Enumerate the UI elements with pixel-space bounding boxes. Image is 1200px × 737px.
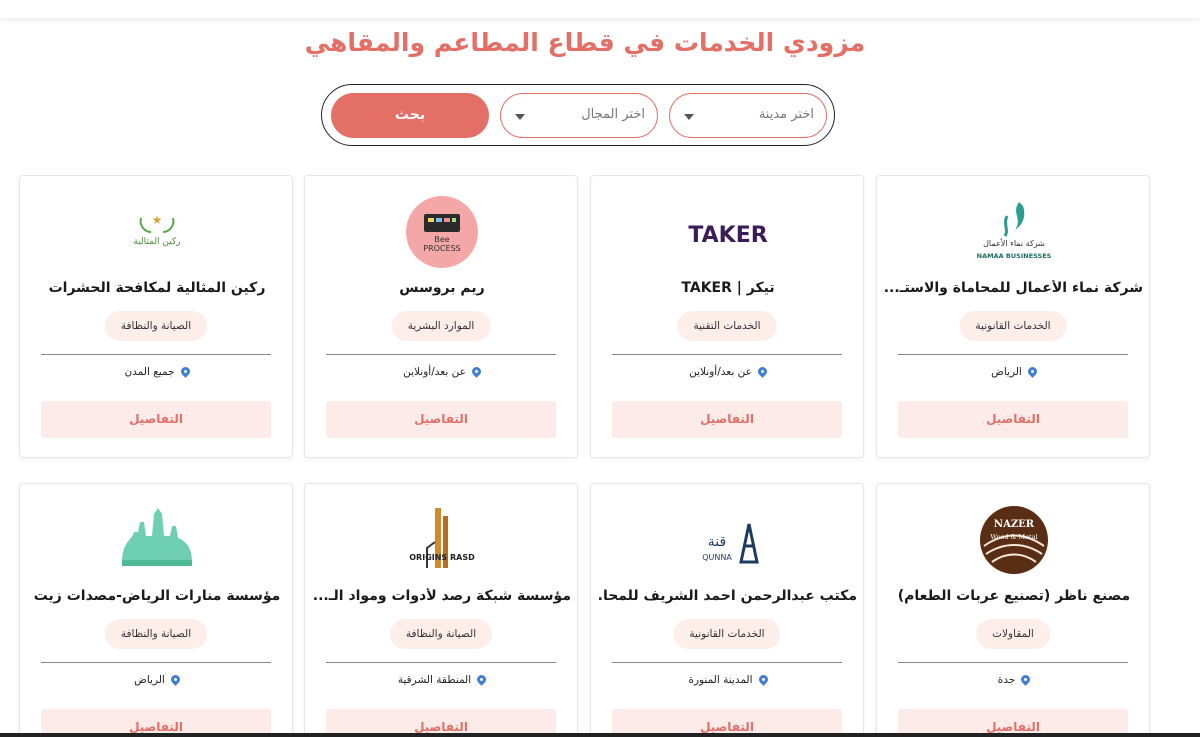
location: جميع المدن xyxy=(20,365,294,378)
divider xyxy=(612,662,842,663)
provider-logo: ORIGINS RASD xyxy=(392,504,492,576)
location-pin-icon xyxy=(178,365,192,378)
category-badge: الموارد البشرية xyxy=(391,311,491,341)
svg-text:ORIGINS RASD: ORIGINS RASD xyxy=(409,553,475,562)
svg-text:شركة نماء الأعمال: شركة نماء الأعمال xyxy=(983,238,1045,248)
chevron-down-icon xyxy=(684,114,694,120)
category-badge: الخدمات التقنية xyxy=(677,311,777,341)
location-pin-icon xyxy=(1019,673,1033,686)
location-label: جدة xyxy=(997,674,1016,686)
location-pin-icon xyxy=(1025,365,1039,378)
location: الرياض xyxy=(20,673,294,686)
search-form: اختر مدينة اختر المجال بحث xyxy=(321,84,835,146)
location: عن بعد/أونلاين xyxy=(305,365,579,378)
provider-name[interactable]: مؤسسة شبكة رصد لأدوات ومواد الـ... xyxy=(313,588,571,604)
provider-logo: شركة نماء الأعمال NAMAA BUSINESSES xyxy=(964,196,1064,268)
details-button[interactable]: التفاصيل xyxy=(612,401,842,438)
city-select[interactable]: اختر مدينة xyxy=(669,93,827,138)
svg-text:Bee: Bee xyxy=(434,235,449,244)
svg-text:NAMAA BUSINESSES: NAMAA BUSINESSES xyxy=(977,252,1052,260)
svg-text:NAZER: NAZER xyxy=(994,519,1035,530)
provider-card: مؤسسة منارات الرياض-مصدات زيت الصيانة وا… xyxy=(19,483,293,737)
svg-text:PROCESS: PROCESS xyxy=(423,244,460,253)
provider-name[interactable]: شركة نماء الأعمال للمحاماة والاستـ... xyxy=(885,280,1143,296)
provider-card: ★ ركين المثالية ركين المثالية لمكافحة ال… xyxy=(19,175,293,458)
location-pin-icon xyxy=(756,673,770,686)
top-bar xyxy=(0,0,1200,18)
provider-name[interactable]: ريم بروسس xyxy=(313,280,571,296)
provider-card: قنة QUNNA مكتب عبدالرحمن احمد الشريف للم… xyxy=(590,483,864,737)
field-select-label: اختر المجال xyxy=(581,107,645,122)
provider-logo: Bee PROCESS xyxy=(392,196,492,268)
location: عن بعد/أونلاين xyxy=(591,365,865,378)
divider xyxy=(898,354,1128,355)
field-select[interactable]: اختر المجال xyxy=(500,93,658,138)
bottom-edge xyxy=(0,733,1200,737)
provider-logo xyxy=(107,504,207,576)
divider xyxy=(41,662,271,663)
provider-name[interactable]: تيكر | TAKER xyxy=(599,280,857,296)
provider-logo: ★ ركين المثالية xyxy=(107,196,207,268)
provider-name[interactable]: مؤسسة منارات الرياض-مصدات زيت xyxy=(28,588,286,604)
details-button[interactable]: التفاصيل xyxy=(326,401,556,438)
provider-card: TAKER تيكر | TAKER الخدمات التقنية عن بع… xyxy=(590,175,864,458)
category-badge: الصيانة والنظافة xyxy=(104,311,208,341)
location-pin-icon xyxy=(475,673,489,686)
chevron-down-icon xyxy=(515,114,525,120)
divider xyxy=(898,662,1128,663)
location-pin-icon xyxy=(168,673,182,686)
location: المدينة المنورة xyxy=(591,673,865,686)
details-button[interactable]: التفاصيل xyxy=(898,401,1128,438)
details-button[interactable]: التفاصيل xyxy=(41,401,271,438)
location: المنطقة الشرقية xyxy=(305,673,579,686)
svg-text:قنة: قنة xyxy=(708,534,726,550)
provider-name[interactable]: مكتب عبدالرحمن احمد الشريف للمحا... xyxy=(599,588,857,604)
provider-logo: NAZER Wood & Metal xyxy=(964,504,1064,576)
provider-logo: TAKER xyxy=(678,196,778,268)
page-title: مزودي الخدمات في قطاع المطاعم والمقاهي xyxy=(304,28,866,57)
location-label: المدينة المنورة xyxy=(688,674,753,686)
divider xyxy=(326,662,556,663)
category-badge: الخدمات القانونية xyxy=(959,311,1067,341)
category-badge: الصيانة والنظافة xyxy=(104,619,208,649)
provider-card: شركة نماء الأعمال NAMAA BUSINESSES شركة … xyxy=(876,175,1150,458)
category-badge: الخدمات القانونية xyxy=(673,619,781,649)
location-pin-icon xyxy=(755,365,769,378)
provider-card: ORIGINS RASD مؤسسة شبكة رصد لأدوات ومواد… xyxy=(304,483,578,737)
svg-text:TAKER: TAKER xyxy=(688,223,767,248)
svg-text:ركين المثالية: ركين المثالية xyxy=(133,237,180,247)
svg-text:Wood & Metal: Wood & Metal xyxy=(990,533,1037,541)
provider-name[interactable]: ركين المثالية لمكافحة الحشرات xyxy=(28,280,286,296)
provider-card: NAZER Wood & Metal مصنع ناظر (تصنيع عربا… xyxy=(876,483,1150,737)
category-badge: المقاولات xyxy=(976,619,1050,649)
search-button[interactable]: بحث xyxy=(331,93,489,138)
location-label: المنطقة الشرقية xyxy=(397,674,472,686)
divider xyxy=(612,354,842,355)
provider-card: Bee PROCESS ريم بروسس الموارد البشرية عن… xyxy=(304,175,578,458)
svg-text:QUNNA: QUNNA xyxy=(702,553,732,562)
location: الرياض xyxy=(877,365,1151,378)
svg-text:★: ★ xyxy=(152,213,163,227)
location-label: الرياض xyxy=(134,674,165,686)
location-label: جميع المدن xyxy=(124,366,175,378)
provider-name[interactable]: مصنع ناظر (تصنيع عربات الطعام) xyxy=(885,588,1143,604)
location-label: عن بعد/أونلاين xyxy=(689,366,752,378)
city-select-label: اختر مدينة xyxy=(758,107,814,122)
provider-logo: قنة QUNNA xyxy=(678,504,778,576)
location: جدة xyxy=(877,673,1151,686)
divider xyxy=(41,354,271,355)
category-badge: الصيانة والنظافة xyxy=(389,619,493,649)
location-label: عن بعد/أونلاين xyxy=(403,366,466,378)
divider xyxy=(326,354,556,355)
location-pin-icon xyxy=(469,365,483,378)
location-label: الرياض xyxy=(991,366,1022,378)
